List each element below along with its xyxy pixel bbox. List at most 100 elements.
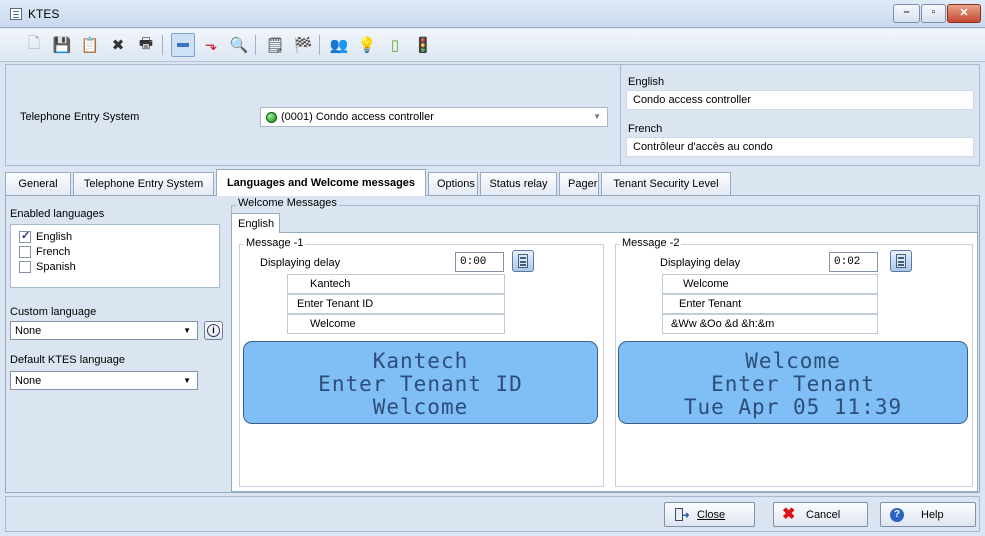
message-1-legend: Message -1 — [244, 237, 306, 249]
message-2-line-2[interactable]: Enter Tenant — [662, 294, 878, 314]
app-icon — [10, 8, 22, 20]
delete-icon: ✖ — [111, 37, 125, 54]
french-label: French — [628, 123, 663, 135]
message-2-delay-input[interactable]: 0:02 — [829, 252, 878, 272]
chevron-down-icon: ▼ — [183, 376, 191, 385]
window-title: KTES — [28, 7, 60, 21]
save-button[interactable]: 💾 — [50, 33, 74, 57]
message-1-line-1[interactable]: Kantech — [287, 274, 505, 294]
close-button[interactable]: ➜ Close — [664, 502, 755, 527]
toolbar-separator — [255, 35, 256, 55]
traffic-light-button[interactable]: 🚦 — [411, 33, 435, 57]
message-1-delay-input[interactable]: 0:00 — [455, 252, 504, 272]
maximize-button[interactable]: ▫ — [921, 4, 946, 23]
exit-door-icon: ➜ — [673, 507, 690, 523]
cancel-button[interactable]: ✖ Cancel — [773, 502, 868, 527]
door-button[interactable]: ▯ — [383, 33, 407, 57]
message-1-lcd-preview: Kantech Enter Tenant ID Welcome — [243, 341, 598, 424]
link-button[interactable]: ⬎ — [199, 33, 223, 57]
message-2-line-3[interactable]: &Ww &Oo &d &h:&m — [662, 314, 878, 334]
traffic-light-icon: 🚦 — [413, 37, 433, 54]
status-online-icon — [266, 112, 277, 123]
message-1-line-3[interactable]: Welcome — [287, 314, 505, 334]
close-window-button[interactable]: ✕ — [947, 4, 981, 23]
custom-language-select[interactable]: None ▼ — [10, 321, 198, 340]
flag-button[interactable]: 🏁 — [291, 33, 315, 57]
title-bar: KTES – ▫ ✕ — [0, 0, 985, 28]
language-checkbox-english[interactable]: English — [19, 229, 72, 244]
language-label: French — [36, 245, 71, 258]
custom-language-info-button[interactable]: i — [204, 321, 223, 340]
help-label: Help — [921, 508, 944, 521]
checkbox-unchecked-icon — [19, 260, 31, 273]
print-button[interactable]: 🖶 — [134, 33, 158, 57]
toolbar-separator — [319, 35, 320, 55]
controller-value: (0001) Condo access controller — [281, 111, 434, 123]
delete-button[interactable]: ✖ — [106, 33, 130, 57]
minus-icon — [177, 43, 189, 47]
lcd-line: Tue Apr 05 11:39 — [683, 395, 903, 419]
tab-general[interactable]: General — [5, 172, 71, 195]
search-button[interactable]: 🔍 — [227, 33, 251, 57]
save-as-button[interactable]: 📋 — [78, 33, 102, 57]
checkered-flag-icon: 🏁 — [293, 37, 313, 54]
default-language-select[interactable]: None ▼ — [10, 371, 198, 390]
users-button[interactable]: 👥 — [327, 33, 351, 57]
minimize-icon: – — [903, 6, 910, 18]
print-icon: 🖶 — [138, 34, 154, 52]
help-icon: ? — [889, 507, 905, 523]
chevron-down-icon: ▼ — [593, 112, 601, 121]
message-2-calculator-button[interactable] — [890, 250, 912, 272]
toolbar: 🗋 💾 📋 ✖ 🖶 ⬎ 🔍 🗒 🏁 👥 💡 ▯ 🚦 — [0, 29, 985, 62]
lcd-line: Welcome — [372, 395, 469, 419]
tab-welcome-english[interactable]: English — [231, 213, 280, 233]
light-bulb-icon: 💡 — [357, 37, 377, 54]
calculator-icon — [518, 254, 528, 268]
chevron-down-icon: ▼ — [183, 326, 191, 335]
message-1-calculator-button[interactable] — [512, 250, 534, 272]
tab-telephone-entry-system[interactable]: Telephone Entry System — [73, 172, 214, 195]
message-2-line-1[interactable]: Welcome — [662, 274, 878, 294]
checkbox-checked-icon — [19, 229, 31, 243]
custom-language-value: None — [15, 325, 42, 337]
new-icon: 🗋 — [27, 34, 41, 52]
french-description-field[interactable]: Contrôleur d'accès au condo — [626, 137, 974, 157]
language-checkbox-french[interactable]: French — [19, 244, 70, 259]
lcd-line: Enter Tenant ID — [318, 372, 523, 396]
checkbox-unchecked-icon — [19, 245, 31, 258]
lcd-line: Kantech — [372, 349, 469, 373]
help-button[interactable]: ? Help — [880, 502, 976, 527]
light-bulb-button[interactable]: 💡 — [355, 33, 379, 57]
close-icon: ✕ — [959, 7, 969, 19]
default-language-value: None — [15, 375, 42, 387]
default-language-label: Default KTES language — [10, 354, 125, 366]
tab-options[interactable]: Options — [428, 172, 478, 195]
message-2-delay-label: Displaying delay — [660, 257, 741, 269]
lcd-line: Enter Tenant — [711, 372, 875, 396]
minimize-button[interactable]: – — [893, 4, 920, 23]
report-icon: 🗒 — [265, 37, 285, 54]
cancel-label: Cancel — [806, 508, 841, 521]
tab-pager[interactable]: Pager — [559, 172, 599, 195]
welcome-messages-legend: Welcome Messages — [236, 197, 339, 209]
message-1-line-2[interactable]: Enter Tenant ID — [287, 294, 505, 314]
cancel-x-icon: ✖ — [782, 505, 796, 523]
language-checkbox-spanish[interactable]: Spanish — [19, 259, 76, 274]
controller-select[interactable]: (0001) Condo access controller ▼ — [260, 107, 608, 127]
enabled-languages-label: Enabled languages — [10, 208, 105, 220]
search-icon: 🔍 — [229, 37, 249, 54]
enabled-languages-list: English French Spanish — [10, 224, 220, 288]
new-button[interactable]: 🗋 — [22, 33, 46, 57]
tab-tenant-security-level[interactable]: Tenant Security Level — [601, 172, 731, 195]
minus-button[interactable] — [171, 33, 195, 57]
maximize-icon: ▫ — [931, 6, 936, 18]
english-description-field[interactable]: Condo access controller — [626, 90, 974, 110]
tab-languages[interactable]: Languages and Welcome messages — [216, 169, 426, 196]
tes-label: Telephone Entry System — [20, 111, 140, 123]
message-2-lcd-preview: Welcome Enter Tenant Tue Apr 05 11:39 — [618, 341, 968, 424]
language-label: English — [36, 230, 73, 243]
custom-language-label: Custom language — [10, 306, 97, 318]
lcd-line: Welcome — [745, 349, 841, 373]
report-button[interactable]: 🗒 — [263, 33, 287, 57]
tab-status-relay[interactable]: Status relay — [480, 172, 557, 195]
